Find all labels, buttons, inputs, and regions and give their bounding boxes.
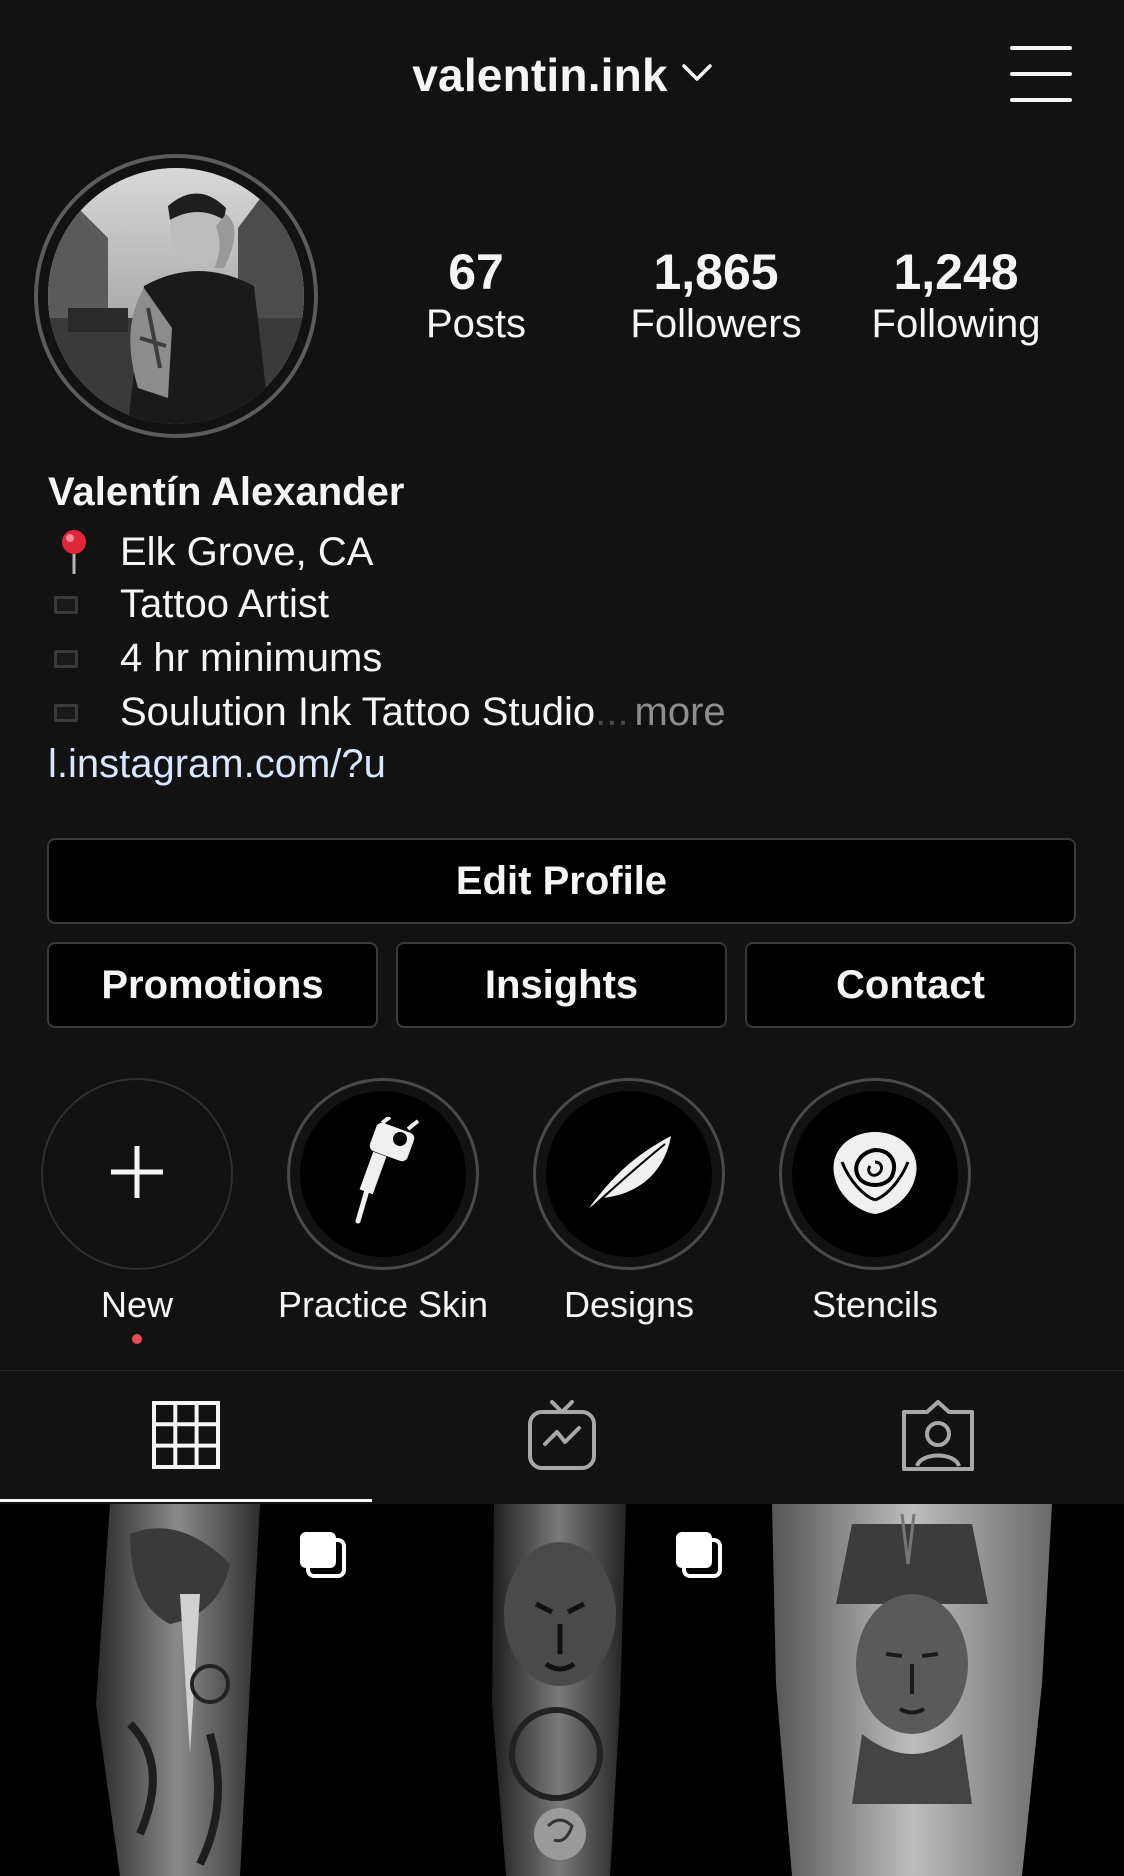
tab-igtv[interactable]	[376, 1371, 748, 1503]
black-square-icon	[54, 703, 100, 722]
post-thumbnail[interactable]	[0, 1504, 372, 1876]
igtv-icon	[527, 1398, 597, 1477]
black-square-icon	[54, 595, 100, 614]
contact-button[interactable]: Contact	[745, 942, 1076, 1028]
post-thumbnail[interactable]	[376, 1504, 748, 1876]
posts-label: Posts	[425, 302, 527, 346]
bio-more-link[interactable]: more	[635, 690, 726, 735]
hamburger-menu-icon[interactable]	[1010, 46, 1072, 102]
tattoo-machine-icon	[338, 1114, 428, 1232]
active-tab-indicator	[0, 1499, 372, 1502]
profile-picture[interactable]	[34, 154, 318, 438]
feather-icon	[579, 1122, 679, 1227]
post-grid	[0, 1504, 1124, 1876]
highlight-designs[interactable]: Designs	[529, 1078, 729, 1326]
highlight-circle	[287, 1078, 479, 1270]
grid-icon	[151, 1400, 221, 1475]
edit-profile-button[interactable]: Edit Profile	[47, 838, 1076, 924]
post-thumbnail[interactable]	[752, 1504, 1124, 1876]
highlight-practice-skin[interactable]: Practice Skin	[278, 1078, 488, 1326]
tagged-user-icon	[901, 1398, 975, 1477]
highlight-label: Designs	[563, 1284, 695, 1325]
notification-dot	[132, 1334, 142, 1344]
highlight-circle	[533, 1078, 725, 1270]
following-label: Following	[871, 302, 1041, 346]
tab-tagged[interactable]	[752, 1371, 1124, 1503]
highlight-new[interactable]: New	[37, 1078, 237, 1344]
followers-label: Followers	[630, 302, 802, 346]
highlight-label: New	[100, 1284, 174, 1325]
multiple-photos-icon	[672, 1528, 724, 1585]
followers-value: 1,865	[653, 244, 779, 300]
bio-line: Tattoo Artist	[54, 582, 329, 627]
avatar	[48, 168, 304, 424]
insights-button[interactable]: Insights	[396, 942, 727, 1028]
bio-text: Tattoo Artist	[120, 582, 329, 626]
chevron-down-icon	[681, 63, 712, 88]
username: valentin.ink	[412, 49, 668, 101]
following-value: 1,248	[893, 244, 1019, 300]
bio-text: 4 hr minimums	[120, 636, 383, 680]
new-highlight-circle	[41, 1078, 233, 1270]
following-count[interactable]: 1,248 Following	[856, 244, 1056, 348]
highlight-circle	[779, 1078, 971, 1270]
bio-line: Soulution Ink Tattoo Studio ... more	[54, 690, 726, 735]
full-name: Valentín Alexander	[48, 470, 405, 514]
highlight-label: Practice Skin	[277, 1284, 489, 1325]
bio-text: Soulution Ink Tattoo Studio	[120, 690, 596, 734]
plus-icon	[107, 1142, 167, 1207]
posts-value: 67	[448, 244, 504, 300]
black-square-icon	[54, 649, 100, 668]
multiple-photos-icon	[296, 1528, 348, 1585]
bio-line-location: Elk Grove, CA	[54, 528, 373, 576]
rose-icon	[820, 1122, 930, 1227]
account-switcher[interactable]: valentin.ink	[0, 40, 1124, 110]
bio-text: Elk Grove, CA	[120, 529, 374, 574]
promotions-button[interactable]: Promotions	[47, 942, 378, 1028]
tab-grid[interactable]	[0, 1371, 372, 1503]
bio-line: 4 hr minimums	[54, 636, 382, 681]
highlight-stencils[interactable]: Stencils	[775, 1078, 975, 1326]
followers-count[interactable]: 1,865 Followers	[616, 244, 816, 348]
bio-truncation: ...	[595, 690, 629, 734]
highlight-label: Stencils	[811, 1284, 939, 1325]
pushpin-icon	[54, 528, 100, 576]
profile-tab-bar	[0, 1370, 1124, 1503]
posts-count[interactable]: 67 Posts	[376, 244, 576, 348]
bio-website-link[interactable]: l.instagram.com/?u	[48, 742, 386, 787]
